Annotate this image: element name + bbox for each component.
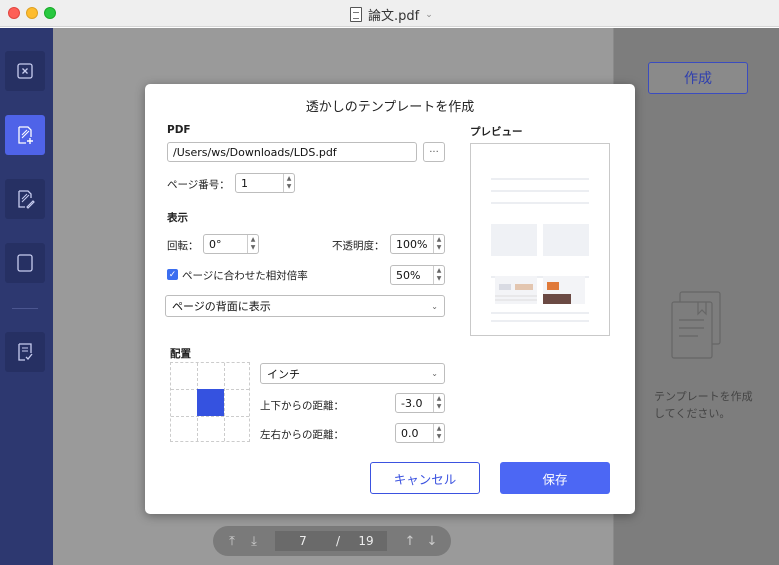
total-pages: 19 <box>345 531 387 551</box>
chevron-down-icon: ⌄ <box>431 369 438 378</box>
last-page-icon[interactable]: ⤓ <box>243 534 265 549</box>
scale-value: 50% <box>396 268 421 282</box>
minimize-window-button[interactable] <box>26 7 38 19</box>
preview-text-line <box>491 178 589 180</box>
fit-page-checkbox[interactable]: ✓ <box>167 269 178 280</box>
vertical-distance-label: 上下からの距離： <box>260 400 344 412</box>
pdf-path-field[interactable]: /Users/ws/Downloads/LDS.pdf <box>167 142 417 162</box>
close-icon <box>17 63 33 79</box>
checkmark-icon: ✓ <box>168 269 177 280</box>
stepper-arrows-icon[interactable]: ▲ ▼ <box>433 266 444 284</box>
stepper-arrows-icon[interactable]: ▲ ▼ <box>433 424 444 442</box>
total-pages-text: 19 <box>358 534 374 548</box>
preview-text-line <box>491 190 589 192</box>
sidebar-add-watermark-button[interactable] <box>5 115 45 155</box>
create-template-label: 作成 <box>684 71 712 87</box>
stepper-arrows-icon[interactable]: ▲ ▼ <box>433 394 444 412</box>
arrow-up-icon[interactable]: ↑ <box>399 534 421 549</box>
sidebar-close-button[interactable] <box>5 51 45 91</box>
selected-position-cell[interactable] <box>197 389 224 416</box>
chevron-down-icon: ⌄ <box>431 301 438 311</box>
layer-select[interactable]: ページの背面に表示 ⌄ <box>165 295 445 317</box>
page-separator: / <box>331 531 345 551</box>
opacity-label: 不透明度： <box>332 240 385 252</box>
opacity-value: 100% <box>396 237 428 251</box>
create-template-button[interactable]: 作成 <box>648 62 748 94</box>
display-section-title: 表示 <box>167 212 188 224</box>
horizontal-distance-stepper[interactable]: 0.0 ▲ ▼ <box>395 423 445 443</box>
pdf-label: PDF <box>167 124 191 136</box>
checklist-icon <box>18 343 33 361</box>
title-bar: 論文.pdf ⌄ <box>0 0 779 27</box>
arrow-down-icon[interactable]: ↓ <box>421 534 443 549</box>
empty-templates-icon <box>671 291 721 359</box>
dialog-title: 透かしのテンプレートを作成 <box>305 100 475 115</box>
watermark-template-dialog: 透かしのテンプレートを作成 PDF /Users/ws/Downloads/LD… <box>145 84 635 514</box>
cancel-label: キャンセル <box>393 471 457 487</box>
first-page-icon[interactable]: ⤒ <box>221 534 243 549</box>
stepper-arrows-icon[interactable]: ▲ ▼ <box>433 235 444 253</box>
horizontal-distance-label: 左右からの距離： <box>260 429 344 441</box>
stepper-arrows-icon[interactable]: ▲ ▼ <box>283 174 294 192</box>
rotation-stepper[interactable]: 0° ▲ ▼ <box>203 234 259 254</box>
preview-pane <box>470 143 610 336</box>
sidebar-divider <box>12 308 38 309</box>
rotation-value: 0° <box>209 237 222 251</box>
edit-watermark-icon <box>18 190 35 209</box>
document-icon <box>350 7 362 22</box>
window-title-text: 論文.pdf <box>368 9 420 24</box>
sidebar-edit-watermark-button[interactable] <box>5 179 45 219</box>
layer-select-value: ページの背面に表示 <box>172 300 271 313</box>
chevron-down-icon: ⌄ <box>425 9 433 20</box>
preview-label: プレビュー <box>470 126 523 138</box>
rotation-label: 回転： <box>167 240 199 252</box>
stepper-arrows-icon[interactable]: ▲ ▼ <box>247 235 258 253</box>
save-label: 保存 <box>542 471 568 487</box>
unit-select[interactable]: インチ ⌄ <box>260 363 445 384</box>
page-navigator: ⤒ ⤓ 7 / 19 ↑ ↓ <box>213 526 451 556</box>
page-number-label: ページ番号： <box>167 179 230 191</box>
cancel-button[interactable]: キャンセル <box>370 462 480 494</box>
unit-select-value: インチ <box>267 367 300 381</box>
more-icon: ··· <box>429 146 439 158</box>
vertical-distance-stepper[interactable]: -3.0 ▲ ▼ <box>395 393 445 413</box>
sidebar-checklist-button[interactable] <box>5 332 45 372</box>
preview-watermark-thumbnail <box>495 276 585 304</box>
sidebar-blank-page-button[interactable] <box>5 243 45 283</box>
add-watermark-icon <box>18 126 33 144</box>
preview-text-line <box>491 320 589 322</box>
left-sidebar <box>0 28 53 565</box>
zoom-window-button[interactable] <box>44 7 56 19</box>
blank-page-icon <box>17 254 33 272</box>
save-button[interactable]: 保存 <box>500 462 610 494</box>
preview-block <box>543 224 589 256</box>
page-separator-text: / <box>335 534 341 548</box>
empty-templates-text: テンプレートを作成してください。 <box>654 390 753 420</box>
position-grid[interactable] <box>170 362 250 442</box>
page-number-stepper[interactable]: 1 ▲ ▼ <box>235 173 295 193</box>
horizontal-distance-value: 0.0 <box>401 426 419 440</box>
current-page: 7 <box>299 534 307 548</box>
grid-line <box>224 363 225 441</box>
pdf-path-value: /Users/ws/Downloads/LDS.pdf <box>173 145 337 159</box>
close-window-button[interactable] <box>8 7 20 19</box>
window-title[interactable]: 論文.pdf ⌄ <box>350 5 433 24</box>
vertical-distance-value: -3.0 <box>401 396 423 410</box>
opacity-stepper[interactable]: 100% ▲ ▼ <box>390 234 445 254</box>
preview-block <box>491 224 537 256</box>
preview-text-line <box>491 312 589 314</box>
preview-text-line <box>491 202 589 204</box>
scale-stepper[interactable]: 50% ▲ ▼ <box>390 265 445 285</box>
page-number-value: 1 <box>241 176 248 190</box>
current-page-field[interactable]: 7 <box>275 531 331 551</box>
browse-button[interactable]: ··· <box>423 142 445 162</box>
fit-page-label: ページに合わせた相対倍率 <box>182 270 308 282</box>
grid-line <box>171 416 249 417</box>
template-panel: 作成 テンプレートを作成してください。 <box>613 28 779 565</box>
layout-section-title: 配置 <box>170 348 191 360</box>
